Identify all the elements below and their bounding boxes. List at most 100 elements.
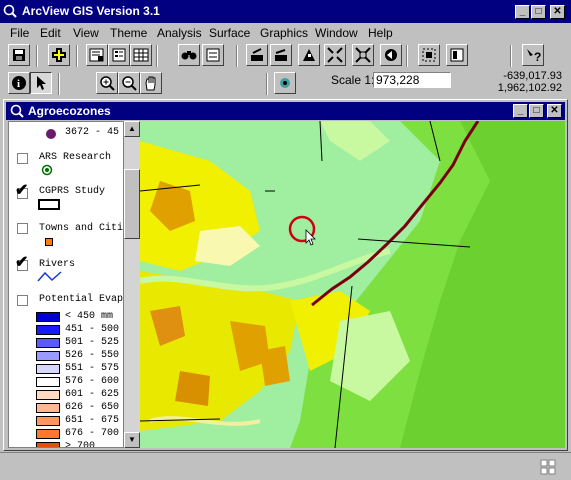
identify-tool[interactable]: i bbox=[8, 72, 30, 94]
zoom-to-full-extent-button[interactable] bbox=[270, 44, 292, 66]
legend-class-label: 676 - 700 bbox=[65, 428, 120, 439]
hotlink-tool[interactable] bbox=[274, 72, 296, 94]
select-features-button[interactable] bbox=[418, 44, 440, 66]
status-bar bbox=[0, 452, 571, 480]
menu-analysis[interactable]: Analysis bbox=[157, 26, 202, 40]
close-icon: ✕ bbox=[553, 6, 562, 17]
view-minimize-button[interactable]: _ bbox=[513, 104, 528, 118]
menu-graphics[interactable]: Graphics bbox=[260, 26, 308, 40]
legend-class-label: 526 - 550 bbox=[65, 350, 120, 361]
menu-view[interactable]: View bbox=[73, 26, 99, 40]
add-theme-button[interactable] bbox=[48, 44, 70, 66]
zoom-in-fixed-button[interactable] bbox=[352, 44, 374, 66]
zoom-out-tool[interactable] bbox=[118, 72, 140, 94]
menu-help[interactable]: Help bbox=[368, 26, 393, 40]
view-window-icon[interactable] bbox=[10, 104, 24, 118]
arrow-down-icon: ▼ bbox=[128, 435, 136, 444]
help-icon: ? bbox=[527, 49, 541, 63]
theme-properties-button[interactable] bbox=[86, 44, 108, 66]
menu-file[interactable]: File bbox=[10, 26, 29, 40]
app-minimize-button[interactable]: _ bbox=[515, 5, 530, 19]
view-title-bar[interactable]: Agroecozones _ □ ✕ bbox=[6, 102, 565, 120]
arcview-app-icon[interactable] bbox=[3, 4, 17, 18]
find-button[interactable] bbox=[178, 44, 200, 66]
legend-class-label: 651 - 675 bbox=[65, 415, 120, 426]
locate-address-button[interactable] bbox=[202, 44, 224, 66]
help-button[interactable]: ? bbox=[522, 44, 544, 66]
pointer-tool[interactable] bbox=[30, 72, 52, 94]
legend-class-label: 576 - 600 bbox=[65, 376, 120, 387]
legend-swatch bbox=[36, 390, 60, 400]
map-canvas[interactable] bbox=[140, 121, 565, 448]
green-circle-symbol bbox=[41, 164, 53, 176]
theme-name-potential-evapo[interactable]: Potential Evapo bbox=[39, 294, 123, 305]
toc-scrollbar[interactable]: ▲ ▼ bbox=[124, 121, 140, 448]
menu-surface[interactable]: Surface bbox=[209, 26, 250, 40]
app-close-button[interactable]: ✕ bbox=[550, 5, 565, 19]
save-icon bbox=[13, 49, 25, 61]
zoom-to-selected-button[interactable] bbox=[324, 44, 346, 66]
view-maximize-button[interactable]: □ bbox=[529, 104, 544, 118]
legend-swatch bbox=[36, 364, 60, 374]
legend-class-label: 601 - 625 bbox=[65, 389, 120, 400]
zoom-in-icon bbox=[100, 76, 115, 91]
zoom-in-fixed-icon bbox=[355, 47, 371, 63]
legend-swatch bbox=[36, 351, 60, 361]
table-of-contents[interactable]: 3672 - 45 ARS Research ✔ CGPRS Study Tow… bbox=[8, 121, 124, 448]
theme-name-towns-and-cities[interactable]: Towns and Citi bbox=[39, 223, 123, 234]
close-icon: ✕ bbox=[550, 105, 559, 116]
app-title-bar[interactable]: ArcView GIS Version 3.1 _ □ ✕ bbox=[0, 0, 571, 23]
legend-swatch bbox=[36, 325, 60, 335]
identify-icon: i bbox=[12, 76, 26, 90]
theme-checkbox-towns-and-cities[interactable] bbox=[17, 223, 28, 234]
theme-name-cgprs-study[interactable]: CGPRS Study bbox=[39, 186, 105, 197]
resize-grip-icon[interactable] bbox=[540, 459, 556, 475]
zoom-previous-icon bbox=[385, 49, 397, 61]
scroll-down-button[interactable]: ▼ bbox=[124, 432, 140, 448]
edit-legend-button[interactable] bbox=[108, 44, 130, 66]
view-close-button[interactable]: ✕ bbox=[547, 104, 562, 118]
scroll-up-button[interactable]: ▲ bbox=[124, 121, 140, 137]
theme-name-ars-research[interactable]: ARS Research bbox=[39, 152, 111, 163]
menu-theme[interactable]: Theme bbox=[110, 26, 147, 40]
app-maximize-button[interactable]: □ bbox=[531, 5, 546, 19]
zoom-to-active-themes-button[interactable] bbox=[298, 44, 320, 66]
polygon-outline-symbol bbox=[38, 199, 60, 210]
arrow-up-icon: ▲ bbox=[128, 124, 136, 133]
zoom-previous-button[interactable] bbox=[380, 44, 402, 66]
zoom-to-active-themes-icon bbox=[303, 49, 315, 61]
y-coordinate: 1,962,102.92 bbox=[497, 82, 562, 94]
checkmark-icon: ✔ bbox=[15, 182, 29, 199]
theme-checkbox-potential-evapo[interactable] bbox=[17, 295, 28, 306]
menu-bar: File Edit View Theme Analysis Surface Gr… bbox=[0, 24, 571, 42]
map-display[interactable] bbox=[140, 121, 565, 448]
hotlink-icon bbox=[280, 78, 290, 88]
zoom-out-icon bbox=[122, 76, 137, 91]
legend-swatch bbox=[36, 442, 60, 447]
legend-class-label: 451 - 500 bbox=[65, 324, 120, 335]
legend-class-label: > 700 bbox=[65, 441, 96, 448]
pan-tool[interactable] bbox=[140, 72, 162, 94]
svg-text:i: i bbox=[17, 78, 20, 90]
legend-swatch bbox=[36, 338, 60, 348]
scroll-thumb[interactable] bbox=[124, 169, 140, 239]
save-button[interactable] bbox=[8, 44, 30, 66]
clear-selection-button[interactable] bbox=[446, 44, 468, 66]
view-window: Agroecozones _ □ ✕ 3672 - 45 ARS Researc… bbox=[3, 99, 568, 451]
legend-class-label: 626 - 650 bbox=[65, 402, 120, 413]
open-table-icon bbox=[133, 48, 149, 62]
legend-swatch bbox=[36, 312, 60, 322]
scale-input[interactable]: 973,228 bbox=[373, 72, 451, 88]
x-coordinate: -639,017.93 bbox=[503, 70, 562, 82]
open-table-button[interactable] bbox=[130, 44, 152, 66]
theme-checkbox-ars-research[interactable] bbox=[17, 153, 28, 164]
menu-window[interactable]: Window bbox=[315, 26, 358, 40]
query-builder-button[interactable] bbox=[246, 44, 268, 66]
legend-swatch bbox=[36, 429, 60, 439]
theme-name-rivers[interactable]: Rivers bbox=[39, 259, 75, 270]
minimize-icon: _ bbox=[519, 6, 526, 17]
zoom-in-tool[interactable] bbox=[96, 72, 118, 94]
menu-edit[interactable]: Edit bbox=[40, 26, 61, 40]
purple-point-symbol bbox=[46, 129, 56, 139]
query-builder-icon bbox=[251, 48, 263, 61]
